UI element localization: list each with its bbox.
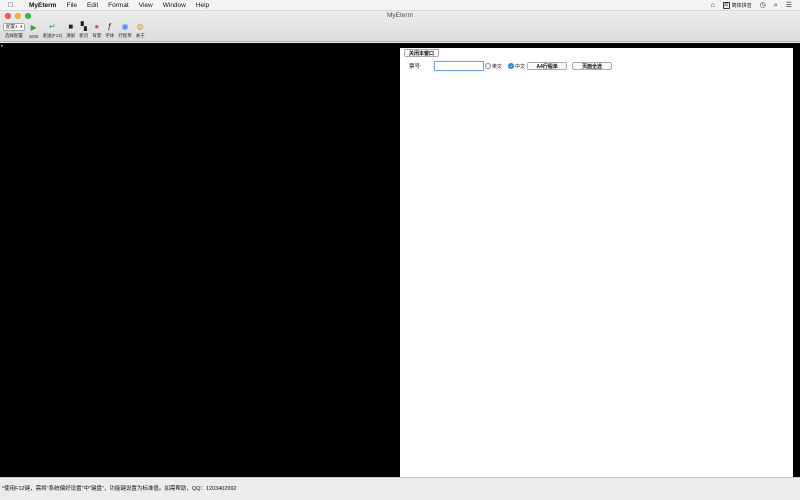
toolbar-button-background[interactable]: ● 背景 [92, 22, 101, 39]
itinerary-icon: ◉ [121, 22, 129, 31]
enter-icon: ↵ [49, 22, 56, 31]
input-method-menu[interactable]: 简 简体拼音 [722, 1, 752, 9]
toolbar-button-label: 发送(F12) [42, 33, 63, 38]
about-icon: ◍ [136, 22, 144, 31]
menu-view[interactable]: View [134, 0, 158, 11]
toolbar-button-label: 字体 [105, 33, 115, 38]
config-select[interactable]: 配置1 ⬍ [3, 23, 25, 31]
a4-itinerary-button[interactable]: A4行程单 [527, 62, 568, 70]
toolbar-button-new-page[interactable]: ▚ 新页 [79, 22, 88, 39]
ticket-number-input[interactable] [434, 61, 484, 71]
toolbar-button-about[interactable]: ◍ 关于 [136, 22, 145, 39]
radio-english-button[interactable] [485, 63, 491, 69]
status-text: *使用F12键，需将"系统偏好设置"中"键盘"，功能键设置为标准值。如需帮助，Q… [2, 486, 237, 492]
system-menu-bar:  MyEterm File Edit Format View Window H… [0, 0, 800, 11]
select-all-button[interactable]: 页面全选 [572, 62, 613, 70]
play-icon: ▶ [30, 23, 37, 32]
itinerary-panel: 关闭本窗口 票号: 英文 中文 A4行程单 页面全选 [400, 48, 793, 477]
toolbar-button-label: SOE [29, 34, 39, 39]
menubar-status-area: ⌂ 简 简体拼音 ◷ ⌕ ☰ [710, 0, 800, 11]
menu-app-name[interactable]: MyEterm [24, 0, 61, 11]
radio-chinese-label: 中文 [515, 63, 526, 70]
toolbar-button-font[interactable]: ƒ 字体 [105, 22, 114, 39]
apple-icon[interactable]:  [8, 2, 18, 9]
notification-bell-icon[interactable]: ⌂ [710, 0, 714, 11]
radio-english-label: 英文 [492, 63, 503, 70]
toolbar-button-play[interactable]: ▶ SOE [29, 23, 39, 39]
new-page-icon: ▚ [80, 22, 87, 31]
input-method-icon: 简 [722, 1, 730, 9]
terminal-cursor-icon: ▸ [1, 43, 4, 49]
toolbar-button-itinerary[interactable]: ◉ 行程单 [118, 22, 132, 39]
input-method-label: 简体拼音 [731, 2, 752, 9]
toolbar-button-label: 关于 [135, 33, 145, 38]
main-toolbar: 配置1 ⬍ 选择配置 ▶ SOE ↵ 发送(F12) ■ 清屏 ▚ 新页 ● 背景 ƒ 字体 ◉ 行程单 ◍… [3, 22, 145, 39]
radio-chinese-button[interactable] [508, 63, 515, 69]
notification-center-icon[interactable]: ☰ [786, 0, 792, 11]
spotlight-search-icon[interactable]: ⌕ [774, 0, 778, 11]
panel-right-border [793, 48, 800, 477]
window-titlebar: MyEterm 配置1 ⬍ 选择配置 ▶ SOE ↵ 发送(F12) ■ 清屏 ▚ 新页 ● 背景… [0, 11, 800, 42]
toolbar-button-label: 新页 [79, 33, 89, 38]
radio-english[interactable]: 英文 [485, 63, 502, 70]
chevron-updown-icon: ⬍ [19, 24, 23, 29]
config-selector: 配置1 ⬍ 选择配置 [3, 22, 25, 39]
ticket-label: 票号: [409, 64, 422, 70]
ticket-row: 票号: 英文 中文 A4行程单 页面全选 [409, 61, 613, 71]
window-title: MyEterm [387, 12, 413, 19]
menu-window[interactable]: Window [158, 0, 191, 11]
status-bar: *使用F12键，需将"系统偏好设置"中"键盘"，功能键设置为标准值。如需帮助，Q… [0, 477, 800, 500]
toolbar-button-enter[interactable]: ↵ 发送(F12) [43, 22, 63, 39]
radio-chinese[interactable]: 中文 [508, 63, 525, 70]
config-select-label: 选择配置 [5, 33, 23, 38]
clear-screen-icon: ■ [68, 22, 74, 31]
menu-edit[interactable]: Edit [82, 0, 103, 11]
menu-format[interactable]: Format [103, 0, 134, 11]
toolbar-button-label: 行程单 [118, 33, 132, 38]
clock-icon[interactable]: ◷ [760, 0, 766, 11]
close-window-button[interactable]: 关闭本窗口 [404, 49, 440, 57]
menu-file[interactable]: File [61, 0, 81, 11]
menu-help[interactable]: Help [191, 0, 214, 11]
toolbar-button-clear-screen[interactable]: ■ 清屏 [66, 22, 75, 39]
terminal-screen[interactable]: ▸ [0, 43, 400, 477]
font-icon: ƒ [107, 22, 112, 31]
background-icon: ● [94, 22, 100, 31]
config-select-value: 配置1 [6, 24, 18, 29]
toolbar-button-label: 背景 [92, 33, 102, 38]
toolbar-button-label: 清屏 [66, 33, 76, 38]
